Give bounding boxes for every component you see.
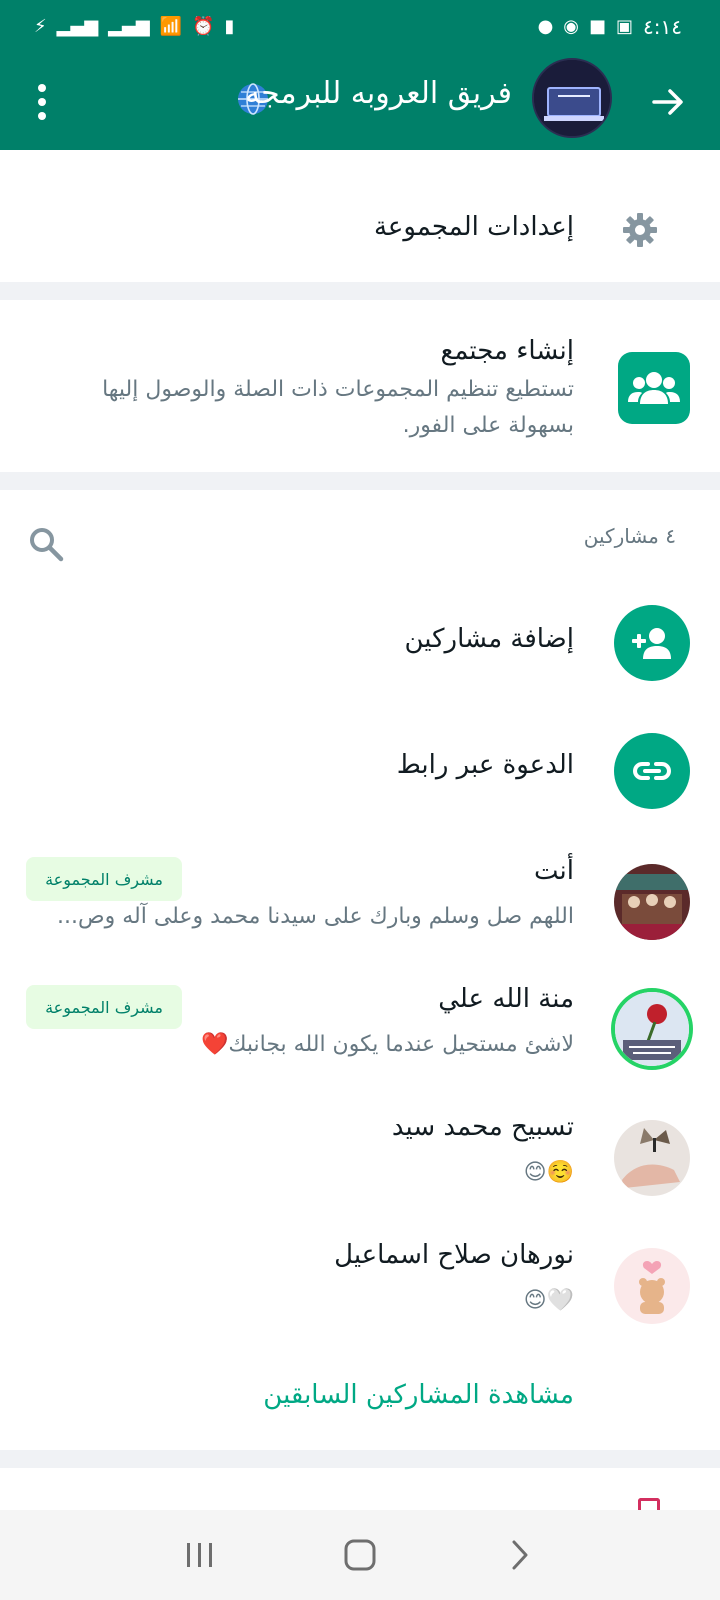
add-participants-label[interactable]: إضافة مشاركين (405, 624, 574, 654)
member-photo-icon (614, 864, 690, 940)
member-name[interactable]: أنت (534, 856, 574, 886)
status-bar-right: ● ◉ ■ ▣ ٤:١٤ (538, 15, 684, 39)
invite-link-label[interactable]: الدعوة عبر رابط (397, 750, 574, 780)
teddy-bear-photo-icon (614, 1248, 690, 1324)
group-settings-label[interactable]: إعدادات المجموعة (374, 212, 574, 242)
signal-icon: ▂▄▆ (56, 16, 99, 37)
status-bar-left: ⚡ ▂▄▆ ▂▄▆ 📶 ⏰ ▮ (34, 18, 234, 36)
create-community-title[interactable]: إنشاء مجتمع (441, 336, 575, 366)
rose-photo-icon (615, 992, 689, 1066)
community-icon[interactable] (618, 352, 690, 424)
link-icon[interactable] (614, 733, 690, 809)
create-community-description: تستطيع تنظيم المجموعات ذات الصلة والوصول… (102, 377, 574, 438)
battery-icon: ▮ (224, 16, 235, 37)
participants-card (0, 490, 720, 1450)
search-icon[interactable] (26, 524, 66, 564)
avatar[interactable] (614, 864, 690, 940)
status-bar: ⚡ ▂▄▆ ▂▄▆ 📶 ⏰ ▮ ● ◉ ■ ▣ ٤:١٤ (0, 0, 720, 54)
home-button[interactable] (330, 1525, 390, 1585)
wifi-icon: 📶 (159, 16, 183, 37)
signal-icon-2: ▂▄▆ (108, 16, 150, 37)
settings-card[interactable] (0, 150, 720, 282)
dot-icon: ● (537, 16, 554, 37)
next-card-peek (0, 1468, 720, 1510)
app-bar: فريق العروبه للبرمجه (0, 54, 720, 150)
avatar[interactable] (614, 1248, 690, 1324)
recent-apps-button[interactable] (170, 1525, 230, 1585)
add-person-icon[interactable] (614, 605, 690, 681)
section-divider-3 (0, 1450, 720, 1468)
menu-icon[interactable] (26, 74, 58, 130)
admin-badge: مشرف المجموعة (26, 857, 182, 901)
member-name[interactable]: منة الله علي (438, 984, 574, 1014)
back-button[interactable] (490, 1525, 550, 1585)
status-time: ٤:١٤ (643, 15, 682, 39)
group-title[interactable]: فريق العروبه للبرمجه (245, 76, 512, 111)
lightning-icon: ⚡ (34, 16, 47, 37)
member-status: ☺️😊 (523, 1160, 574, 1185)
laptop-image-icon (534, 60, 610, 136)
butterfly-photo-icon (614, 1120, 690, 1196)
member-status: لاشئ مستحيل عندما يكون الله بجانبك❤️ (200, 1032, 574, 1057)
participants-count: ٤ مشاركين (583, 524, 676, 548)
header: ⚡ ▂▄▆ ▂▄▆ 📶 ⏰ ▮ ● ◉ ■ ▣ ٤:١٤ فريق العروب… (0, 0, 720, 150)
member-status: اللهم صل وسلم وبارك على سيدنا محمد وعلى … (57, 904, 574, 929)
member-status: 🤍😊 (523, 1288, 574, 1313)
avatar[interactable] (614, 1120, 690, 1196)
admin-badge: مشرف المجموعة (26, 985, 182, 1029)
system-nav-bar (0, 1510, 720, 1600)
section-divider (0, 282, 720, 300)
image-icon: ▣ (616, 16, 634, 37)
section-divider-2 (0, 472, 720, 490)
member-name[interactable]: تسبيح محمد سيد (392, 1112, 574, 1142)
group-avatar[interactable] (532, 58, 612, 138)
vibrate-icon: ◉ (563, 16, 579, 37)
past-participants-link[interactable]: مشاهدة المشاركين السابقين (263, 1380, 574, 1410)
alarm-icon: ⏰ (192, 16, 215, 37)
member-name[interactable]: نورهان صلاح اسماعيل (334, 1240, 574, 1270)
gear-icon[interactable] (620, 210, 660, 250)
video-icon: ■ (589, 16, 607, 37)
avatar[interactable] (611, 988, 693, 1070)
back-arrow-icon[interactable] (646, 80, 690, 124)
